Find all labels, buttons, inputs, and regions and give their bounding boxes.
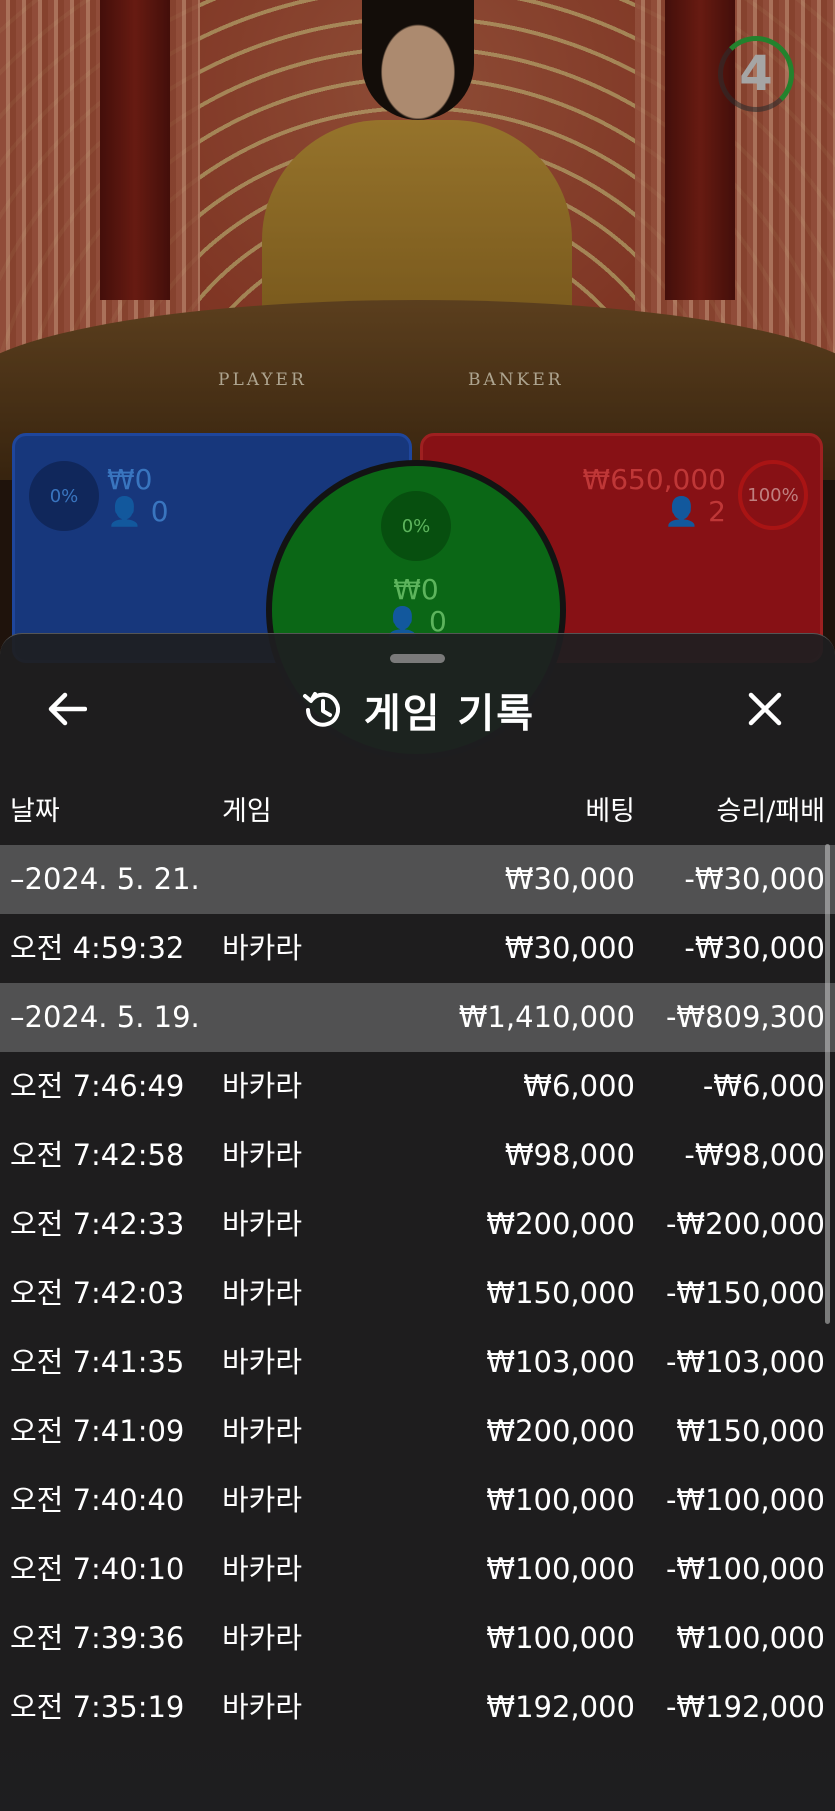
row-bet: ₩98,000: [504, 1138, 635, 1172]
column-header-bet: 베팅: [585, 796, 635, 827]
row-date: 오전 7:40:40: [10, 1483, 185, 1517]
row-game: 바카라: [222, 1345, 303, 1379]
column-header-game: 게임: [222, 796, 272, 827]
row-game: 바카라: [222, 1276, 303, 1310]
row-game: 바카라: [222, 1552, 303, 1586]
row-date: 오전 7:39:36: [10, 1621, 185, 1655]
row-bet: ₩30,000: [504, 862, 635, 896]
row-date: 오전 7:41:35: [10, 1345, 185, 1379]
row-game: 바카라: [222, 1207, 303, 1241]
row-bet: ₩6,000: [523, 1069, 635, 1103]
row-date: 오전 7:42:03: [10, 1276, 185, 1310]
row-result: -₩192,000: [665, 1690, 825, 1724]
row-bet: ₩100,000: [486, 1483, 635, 1517]
row-result: -₩30,000: [684, 862, 825, 896]
row-date: 오전 7:42:58: [10, 1138, 185, 1172]
history-row[interactable]: 오전 7:42:58 바카라 ₩98,000 -₩98,000: [0, 1121, 835, 1190]
row-date: –2024. 5. 21.: [10, 862, 200, 896]
row-result: -₩809,300: [665, 1000, 825, 1034]
row-bet: ₩200,000: [486, 1414, 635, 1448]
row-bet: ₩200,000: [486, 1207, 635, 1241]
row-bet: ₩1,410,000: [458, 1000, 635, 1034]
row-game: 바카라: [222, 1690, 303, 1724]
date-group-row[interactable]: –2024. 5. 19. ₩1,410,000 -₩809,300: [0, 983, 835, 1052]
row-date: 오전 7:41:09: [10, 1414, 185, 1448]
row-date: 오전 7:40:10: [10, 1552, 185, 1586]
column-header-result: 승리/패배: [716, 796, 825, 827]
sheet-header: 게임 기록: [0, 682, 835, 738]
row-result: -₩98,000: [684, 1138, 825, 1172]
row-result: -₩100,000: [665, 1552, 825, 1586]
row-game: 바카라: [222, 1069, 303, 1103]
row-bet: ₩30,000: [504, 931, 635, 965]
game-history-sheet: 게임 기록 날짜 게임 베팅 승리/패배 –2024. 5. 21. ₩30,00…: [0, 633, 835, 1811]
history-row[interactable]: 오전 4:59:32 바카라 ₩30,000 -₩30,000: [0, 914, 835, 983]
sheet-drag-handle[interactable]: [390, 654, 445, 663]
history-clock-icon: [302, 692, 340, 727]
row-result: -₩100,000: [665, 1483, 825, 1517]
close-button[interactable]: [740, 684, 790, 734]
row-bet: ₩150,000: [486, 1276, 635, 1310]
sheet-title: 게임 기록: [363, 691, 536, 737]
close-icon: [748, 692, 782, 726]
history-row[interactable]: 오전 7:35:19 바카라 ₩192,000 -₩192,000: [0, 1673, 835, 1742]
row-game: 바카라: [222, 1621, 303, 1655]
row-date: 오전 4:59:32: [10, 931, 185, 965]
row-result: -₩200,000: [665, 1207, 825, 1241]
row-game: 바카라: [222, 1414, 303, 1448]
row-date: –2024. 5. 19.: [10, 1000, 200, 1034]
row-bet: ₩192,000: [486, 1690, 635, 1724]
row-result: -₩103,000: [665, 1345, 825, 1379]
row-bet: ₩100,000: [486, 1552, 635, 1586]
history-row[interactable]: 오전 7:40:10 바카라 ₩100,000 -₩100,000: [0, 1535, 835, 1604]
row-result: -₩6,000: [702, 1069, 825, 1103]
history-row[interactable]: 오전 7:42:03 바카라 ₩150,000 -₩150,000: [0, 1259, 835, 1328]
row-date: 오전 7:35:19: [10, 1690, 185, 1724]
row-result: -₩30,000: [684, 931, 825, 965]
history-row[interactable]: 오전 7:40:40 바카라 ₩100,000 -₩100,000: [0, 1466, 835, 1535]
row-game: 바카라: [222, 1138, 303, 1172]
history-row[interactable]: 오전 7:39:36 바카라 ₩100,000 ₩100,000: [0, 1604, 835, 1673]
row-date: 오전 7:42:33: [10, 1207, 185, 1241]
row-result: -₩150,000: [665, 1276, 825, 1310]
row-result: ₩150,000: [676, 1414, 825, 1448]
row-bet: ₩103,000: [486, 1345, 635, 1379]
row-game: 바카라: [222, 931, 303, 965]
date-group-row[interactable]: –2024. 5. 21. ₩30,000 -₩30,000: [0, 845, 835, 914]
history-row[interactable]: 오전 7:46:49 바카라 ₩6,000 -₩6,000: [0, 1052, 835, 1121]
row-result: ₩100,000: [676, 1621, 825, 1655]
history-row[interactable]: 오전 7:41:09 바카라 ₩200,000 ₩150,000: [0, 1397, 835, 1466]
column-header-date: 날짜: [10, 796, 60, 827]
row-bet: ₩100,000: [486, 1621, 635, 1655]
history-row[interactable]: 오전 7:42:33 바카라 ₩200,000 -₩200,000: [0, 1190, 835, 1259]
history-row[interactable]: 오전 7:41:35 바카라 ₩103,000 -₩103,000: [0, 1328, 835, 1397]
row-game: 바카라: [222, 1483, 303, 1517]
scrollbar[interactable]: [825, 844, 830, 1324]
row-date: 오전 7:46:49: [10, 1069, 185, 1103]
